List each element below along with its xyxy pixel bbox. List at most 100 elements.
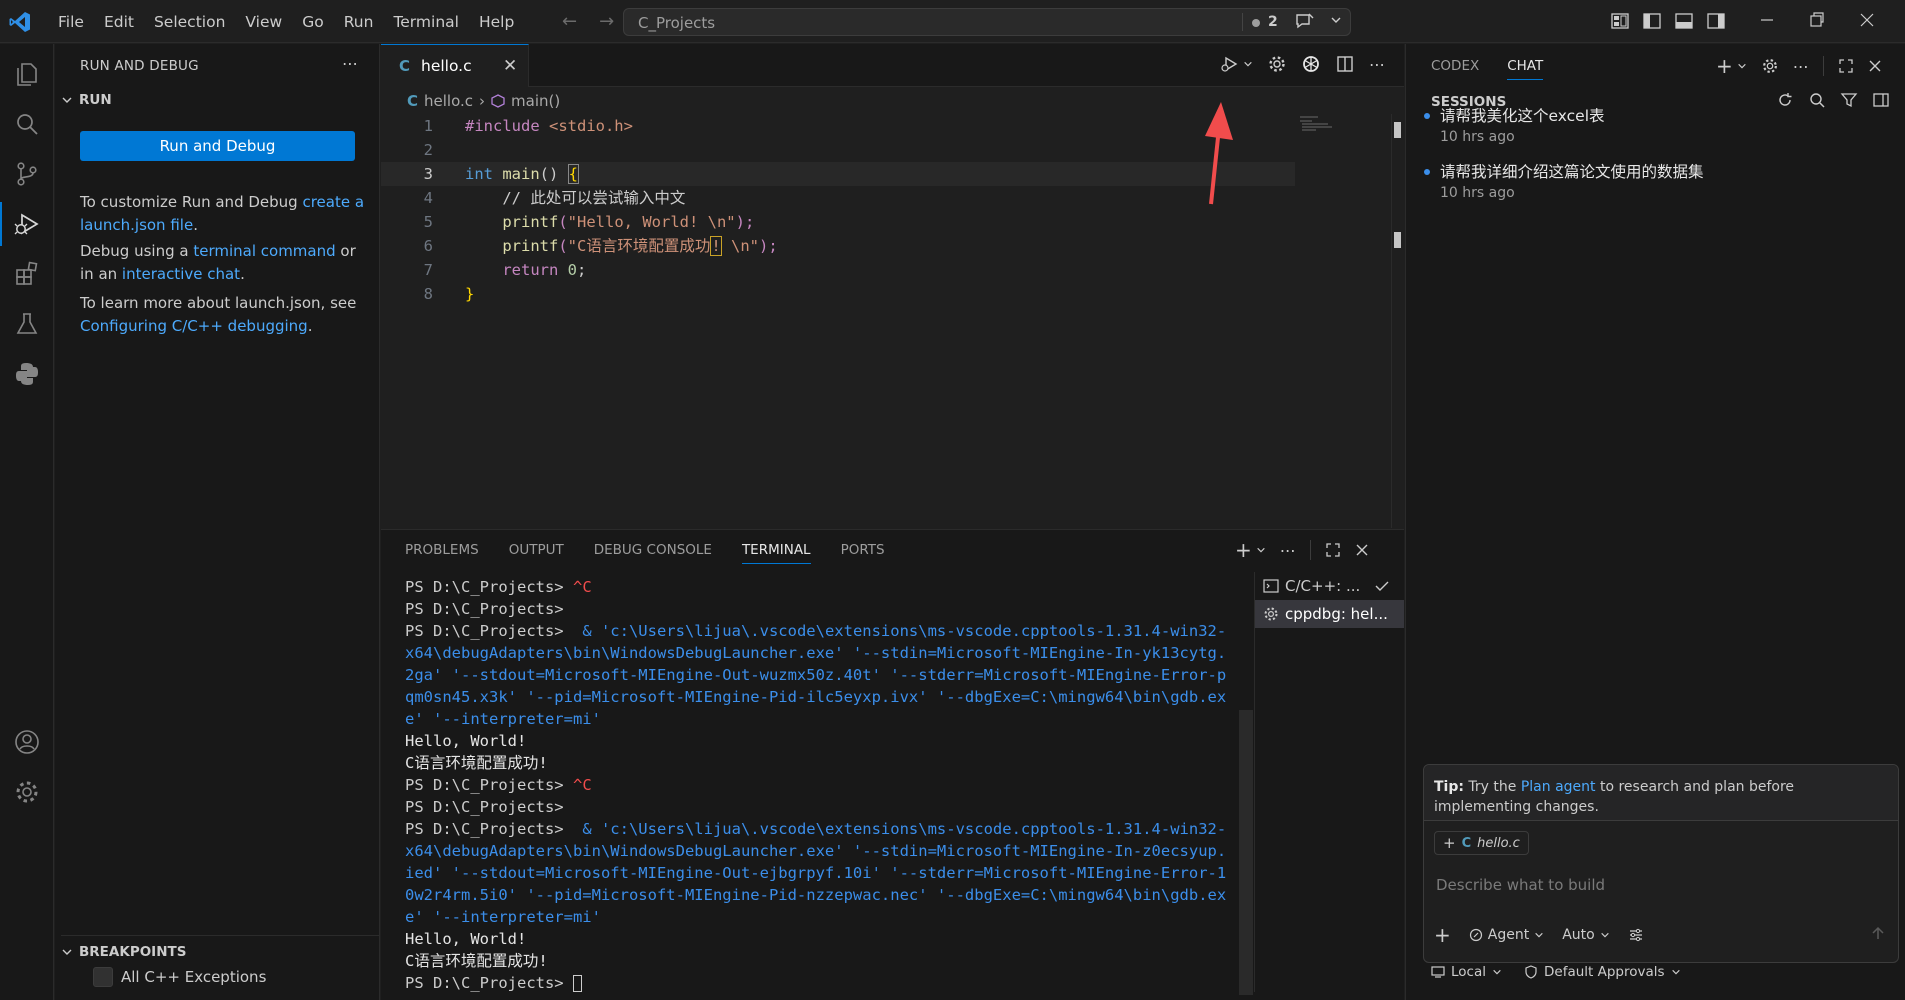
terminal-scrollbar[interactable] — [1239, 710, 1253, 995]
maximize-icon[interactable] — [1838, 58, 1854, 74]
plan-agent-link[interactable]: Plan agent — [1521, 779, 1596, 795]
new-terminal-icon[interactable]: + — [1235, 538, 1252, 562]
toggle-primary-sidebar-icon[interactable] — [1642, 11, 1662, 31]
run-debug-icon[interactable] — [0, 202, 43, 246]
menu-terminal[interactable]: Terminal — [383, 12, 469, 32]
interactive-chat-link[interactable]: interactive chat — [122, 265, 240, 283]
settings-gear-icon[interactable] — [11, 776, 43, 808]
breakpoint-item: All C++ Exceptions — [93, 967, 266, 987]
toggle-secondary-sidebar-icon[interactable] — [1706, 11, 1726, 31]
problems-count[interactable]: 2 — [1268, 14, 1278, 30]
chevron-down-icon[interactable] — [1243, 59, 1253, 69]
tab-ports[interactable]: PORTS — [841, 542, 885, 564]
tab-debug-console[interactable]: DEBUG CONSOLE — [594, 542, 712, 564]
code-editor[interactable]: 1 #include <stdio.h> 2 3 int main() { 4 … — [381, 114, 1404, 306]
tab-hello-c[interactable]: C hello.c ✕ — [381, 44, 529, 87]
account-icon[interactable] — [11, 726, 43, 758]
sidebar-title: RUN AND DEBUG — [80, 58, 199, 74]
tab-codex[interactable]: CODEX — [1431, 58, 1479, 80]
debug-text: Debug using a — [80, 242, 194, 260]
toggle-panel-icon[interactable] — [1674, 11, 1694, 31]
more-actions-icon[interactable]: ⋯ — [342, 54, 358, 73]
menu-view[interactable]: View — [235, 12, 292, 32]
command-center[interactable]: C_Projects 2 — [623, 8, 1351, 36]
tip-text: Try the — [1463, 779, 1521, 795]
python-icon[interactable] — [11, 358, 43, 390]
menu-file[interactable]: File — [48, 12, 94, 32]
customize-layout-icon[interactable] — [1610, 11, 1630, 31]
menu-edit[interactable]: Edit — [94, 12, 144, 32]
back-arrow-icon[interactable]: ← — [562, 11, 577, 32]
openai-icon[interactable] — [1301, 54, 1321, 74]
menu-run[interactable]: Run — [334, 12, 384, 32]
close-window-icon[interactable] — [1860, 10, 1874, 30]
new-chat-icon[interactable]: + — [1716, 54, 1733, 78]
gear-icon[interactable] — [1761, 57, 1779, 75]
tools-settings-icon[interactable] — [1628, 927, 1644, 943]
add-icon[interactable]: + — [1434, 923, 1451, 947]
run-and-debug-button[interactable]: Run and Debug — [80, 131, 355, 161]
session-title: 请帮我详细介绍这篇论文使用的数据集 — [1440, 163, 1704, 181]
breadcrumb-symbol[interactable]: main() — [511, 92, 560, 110]
explorer-icon[interactable] — [11, 58, 43, 90]
breakpoints-section-header[interactable]: BREAKPOINTS — [61, 935, 380, 960]
terminal-output[interactable]: PS D:\C_Projects> ^C PS D:\C_Projects> PS … — [405, 576, 1235, 994]
terminal-instance-cppdbg[interactable]: cppdbg: hel... — [1255, 600, 1404, 628]
location-picker[interactable]: Local — [1431, 964, 1502, 980]
split-editor-icon[interactable] — [1335, 54, 1355, 74]
forward-arrow-icon[interactable]: → — [599, 11, 614, 32]
code-token: () — [539, 165, 568, 183]
add-context-icon[interactable]: + — [1443, 834, 1456, 852]
context-chip[interactable]: + C hello.c — [1434, 831, 1529, 855]
refresh-icon[interactable] — [1776, 91, 1794, 109]
source-control-icon[interactable] — [11, 158, 43, 190]
debug-paragraph: Debug using a terminal command or in an … — [80, 240, 365, 286]
chat-input[interactable]: Describe what to build — [1436, 876, 1605, 894]
extensions-icon[interactable] — [11, 258, 43, 290]
model-picker[interactable]: Auto — [1562, 927, 1610, 943]
session-title: 请帮我美化这个excel表 — [1440, 107, 1605, 125]
approvals-picker[interactable]: Default Approvals — [1524, 964, 1681, 980]
configuring-debugging-link[interactable]: Configuring C/C++ debugging — [80, 317, 308, 335]
breakpoint-checkbox[interactable] — [93, 967, 113, 987]
run-debug-file-icon[interactable] — [1219, 54, 1239, 74]
filter-icon[interactable] — [1840, 91, 1858, 109]
tab-chat[interactable]: CHAT — [1507, 58, 1544, 80]
tab-output[interactable]: OUTPUT — [509, 542, 564, 564]
menu-go[interactable]: Go — [292, 12, 334, 32]
close-tab-icon[interactable]: ✕ — [503, 56, 517, 76]
menu-selection[interactable]: Selection — [144, 12, 235, 32]
c-file-icon: C — [399, 57, 411, 75]
tab-problems[interactable]: PROBLEMS — [405, 542, 479, 564]
breadcrumb-file[interactable]: hello.c — [424, 92, 473, 110]
restore-icon[interactable] — [1810, 10, 1824, 30]
code-token: "C语言环境配置成功 — [567, 237, 711, 255]
toggle-sidebar-icon[interactable] — [1872, 91, 1890, 109]
more-actions-icon[interactable]: ⋯ — [1280, 541, 1296, 560]
close-icon[interactable] — [1868, 59, 1882, 73]
maximize-panel-icon[interactable] — [1325, 542, 1341, 558]
more-actions-icon[interactable]: ⋯ — [1369, 55, 1385, 74]
tab-terminal[interactable]: TERMINAL — [741, 542, 811, 564]
chat-edit-icon[interactable] — [1294, 12, 1316, 32]
terminal-command-link[interactable]: terminal command — [193, 242, 335, 260]
line-number: 6 — [423, 237, 433, 255]
minimap[interactable] — [1298, 114, 1338, 134]
send-icon[interactable] — [1870, 925, 1886, 941]
search-icon[interactable] — [1808, 91, 1826, 109]
terminal-instance-cpp[interactable]: C/C++: ... — [1255, 572, 1404, 600]
editor-scrollbar[interactable] — [1391, 114, 1401, 528]
minimize-icon[interactable] — [1760, 10, 1774, 30]
terminal-prompt: PS D:\C_Projects> — [405, 578, 573, 596]
testing-icon[interactable] — [11, 308, 43, 340]
search-icon[interactable] — [11, 108, 43, 140]
chevron-down-icon[interactable] — [1330, 14, 1342, 26]
more-actions-icon[interactable]: ⋯ — [1793, 57, 1809, 76]
close-panel-icon[interactable] — [1355, 543, 1369, 557]
chevron-down-icon[interactable] — [1256, 545, 1266, 555]
menu-help[interactable]: Help — [469, 12, 524, 32]
run-section-header[interactable]: RUN — [61, 92, 112, 108]
gear-icon[interactable] — [1267, 54, 1287, 74]
chevron-down-icon[interactable] — [1737, 61, 1747, 71]
agent-mode-picker[interactable]: Agent — [1469, 927, 1544, 943]
